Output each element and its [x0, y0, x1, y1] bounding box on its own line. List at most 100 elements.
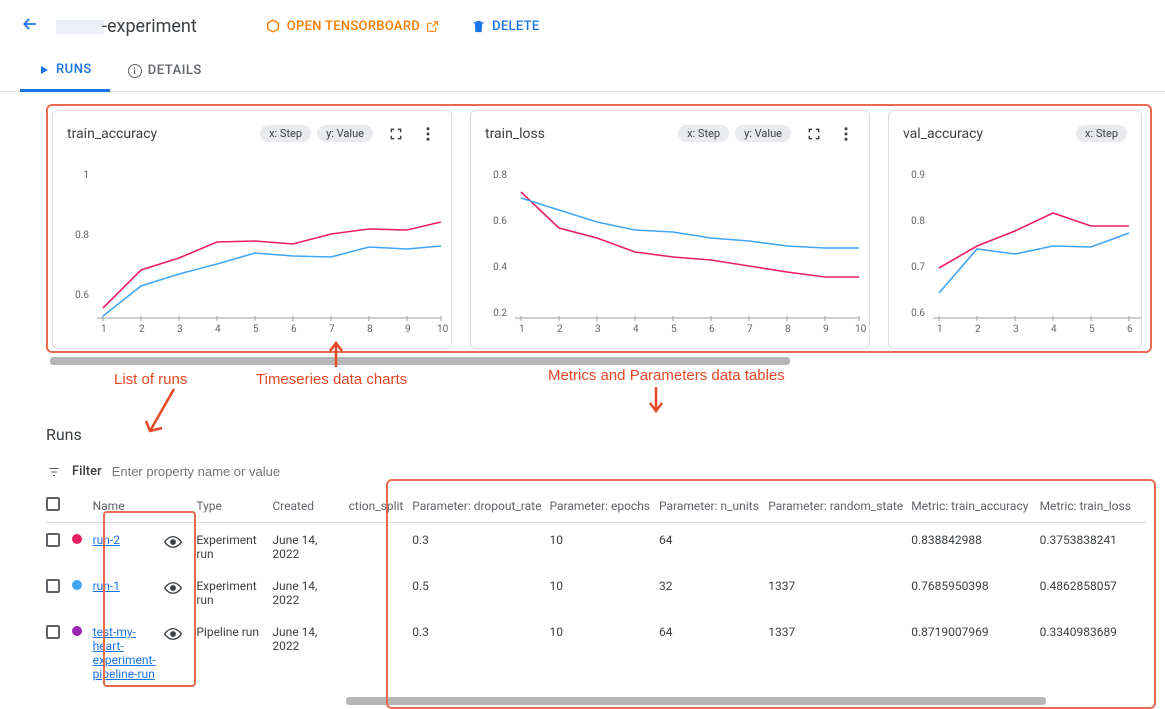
- svg-text:8: 8: [785, 324, 791, 335]
- column-header[interactable]: Type: [196, 489, 272, 523]
- chart-card-val-accuracy: val_accuracy x: Step 0.90.80.70.6 123456: [888, 110, 1142, 349]
- annotation-metrics-params: Metrics and Parameters data tables: [548, 367, 785, 384]
- chart-plot: 0.80.60.40.2 12345678910: [471, 148, 869, 348]
- column-header[interactable]: ction_split: [349, 489, 413, 523]
- svg-text:10: 10: [437, 324, 449, 335]
- page-title: -experiment: [56, 16, 197, 37]
- svg-text:1: 1: [519, 324, 525, 335]
- row-checkbox[interactable]: [46, 579, 60, 593]
- column-header[interactable]: Name: [93, 489, 164, 523]
- svg-text:0.9: 0.9: [911, 170, 925, 181]
- run-name-link[interactable]: run-2: [93, 533, 120, 547]
- cell-nunits: 32: [659, 569, 768, 615]
- cell-dropout: 0.3: [412, 523, 549, 570]
- cell-train-acc: 0.838842988: [911, 523, 1039, 570]
- more-vert-icon[interactable]: [837, 127, 855, 141]
- y-axis-pill[interactable]: y: Value: [317, 125, 373, 142]
- cell-created: June 14, 2022: [272, 569, 348, 615]
- svg-text:7: 7: [747, 324, 753, 335]
- cell-train-acc: 0.8719007969: [911, 615, 1039, 689]
- svg-text:4: 4: [215, 324, 221, 335]
- charts-scrollbar[interactable]: [50, 357, 790, 365]
- svg-text:0.4: 0.4: [493, 262, 507, 273]
- table-row: run-1Experiment runJune 14, 20220.510321…: [46, 569, 1146, 615]
- svg-text:0.8: 0.8: [911, 216, 925, 227]
- cell-train-loss: 0.3340983689: [1040, 615, 1146, 689]
- x-axis-pill[interactable]: x: Step: [678, 125, 729, 142]
- x-axis-pill[interactable]: x: Step: [260, 125, 311, 142]
- column-header[interactable]: Created: [272, 489, 348, 523]
- cell-train-loss: 0.4862858057: [1040, 569, 1146, 615]
- column-header[interactable]: Metric: train_loss: [1040, 489, 1146, 523]
- svg-text:2: 2: [557, 324, 563, 335]
- info-icon: i: [128, 64, 142, 78]
- more-vert-icon[interactable]: [419, 127, 437, 141]
- charts-container: train_accuracy x: Step y: Value 1 0.8 0.…: [46, 104, 1152, 353]
- run-name-link[interactable]: run-1: [93, 579, 120, 593]
- svg-text:5: 5: [1089, 324, 1095, 335]
- arrow-down-icon: [646, 385, 666, 415]
- svg-text:4: 4: [633, 324, 639, 335]
- trash-icon: [471, 19, 486, 34]
- chart-card-train-accuracy: train_accuracy x: Step y: Value 1 0.8 0.…: [52, 110, 452, 349]
- svg-text:6: 6: [1127, 324, 1133, 335]
- chart-title: val_accuracy: [903, 126, 1070, 142]
- filter-label: Filter: [72, 464, 102, 479]
- y-axis-pill[interactable]: y: Value: [735, 125, 791, 142]
- column-header[interactable]: Parameter: epochs: [549, 489, 659, 523]
- cell-random-state: 1337: [768, 615, 911, 689]
- annotation-list-of-runs: List of runs: [114, 371, 187, 388]
- checkbox-all[interactable]: [46, 497, 60, 511]
- svg-text:5: 5: [671, 324, 677, 335]
- arrow-up-icon: [326, 339, 346, 369]
- x-axis-pill[interactable]: x: Step: [1076, 125, 1127, 142]
- column-header[interactable]: Metric: train_accuracy: [911, 489, 1039, 523]
- table-row: test-my-heart-experiment-pipeline-runPip…: [46, 615, 1146, 689]
- table-scrollbar[interactable]: [346, 697, 1046, 705]
- cell-random-state: [768, 523, 911, 570]
- annotation-timeseries: Timeseries data charts: [256, 371, 407, 388]
- cell-epochs: 10: [549, 569, 659, 615]
- cell-train-loss: 0.3753838241: [1040, 523, 1146, 570]
- chart-plot: 0.90.80.70.6 123456: [889, 148, 1142, 348]
- svg-text:3: 3: [177, 324, 183, 335]
- column-header[interactable]: [46, 489, 72, 523]
- cell-nunits: 64: [659, 615, 768, 689]
- filter-input[interactable]: [112, 464, 1149, 479]
- svg-text:9: 9: [405, 324, 411, 335]
- column-header[interactable]: Parameter: n_units: [659, 489, 768, 523]
- open-tensorboard-button[interactable]: OPEN TENSORBOARD: [257, 12, 447, 40]
- delete-button[interactable]: DELETE: [463, 13, 547, 40]
- run-name-link[interactable]: test-my-heart-experiment-pipeline-run: [93, 625, 156, 681]
- svg-text:6: 6: [709, 324, 715, 335]
- cell-created: June 14, 2022: [272, 523, 348, 570]
- svg-text:0.8: 0.8: [493, 170, 507, 181]
- visibility-icon[interactable]: [164, 579, 182, 598]
- cell-epochs: 10: [549, 615, 659, 689]
- row-checkbox[interactable]: [46, 625, 60, 639]
- svg-text:8: 8: [367, 324, 373, 335]
- column-header[interactable]: [164, 489, 197, 523]
- tab-runs[interactable]: RUNS: [20, 52, 110, 92]
- svg-text:1: 1: [937, 324, 943, 335]
- column-header[interactable]: Parameter: random_state: [768, 489, 911, 523]
- fullscreen-icon[interactable]: [805, 127, 823, 141]
- column-header[interactable]: [72, 489, 93, 523]
- visibility-icon[interactable]: [164, 533, 182, 552]
- tensorboard-icon: [265, 18, 281, 34]
- svg-text:3: 3: [1013, 324, 1019, 335]
- tab-details[interactable]: i DETAILS: [110, 52, 220, 91]
- svg-text:4: 4: [1051, 324, 1057, 335]
- visibility-icon[interactable]: [164, 625, 182, 644]
- fullscreen-icon[interactable]: [387, 127, 405, 141]
- chart-title: train_loss: [485, 126, 672, 142]
- cell-created: June 14, 2022: [272, 615, 348, 689]
- cell-dropout: 0.5: [412, 569, 549, 615]
- arrow-diag-icon: [144, 387, 184, 437]
- back-arrow-icon[interactable]: [20, 14, 40, 38]
- row-checkbox[interactable]: [46, 533, 60, 547]
- runs-heading: Runs: [46, 425, 1149, 444]
- column-header[interactable]: Parameter: dropout_rate: [412, 489, 549, 523]
- table-row: run-2Experiment runJune 14, 20220.310640…: [46, 523, 1146, 570]
- filter-icon[interactable]: [46, 466, 62, 478]
